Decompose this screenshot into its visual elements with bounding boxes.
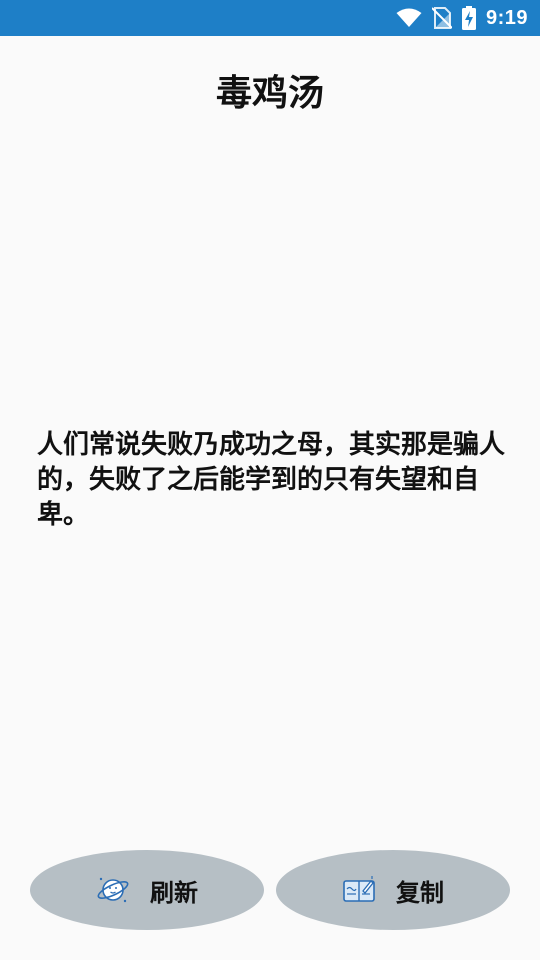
quote-text: 人们常说失败乃成功之母，其实那是骗人的，失败了之后能学到的只有失望和自卑。 [37, 430, 506, 530]
no-sim-icon [431, 7, 452, 29]
battery-charging-icon [461, 6, 476, 30]
status-bar: 9:19 [0, 0, 540, 36]
refresh-button[interactable]: 刷新 [30, 850, 264, 930]
copy-button[interactable]: 复制 [276, 850, 510, 930]
page-title: 毒鸡汤 [215, 73, 324, 114]
planet-icon [96, 873, 130, 907]
copy-label: 复制 [396, 878, 444, 907]
status-time: 9:19 [485, 6, 528, 29]
notebook-edit-icon [342, 873, 376, 907]
wifi-icon [396, 8, 422, 28]
refresh-label: 刷新 [150, 878, 198, 907]
